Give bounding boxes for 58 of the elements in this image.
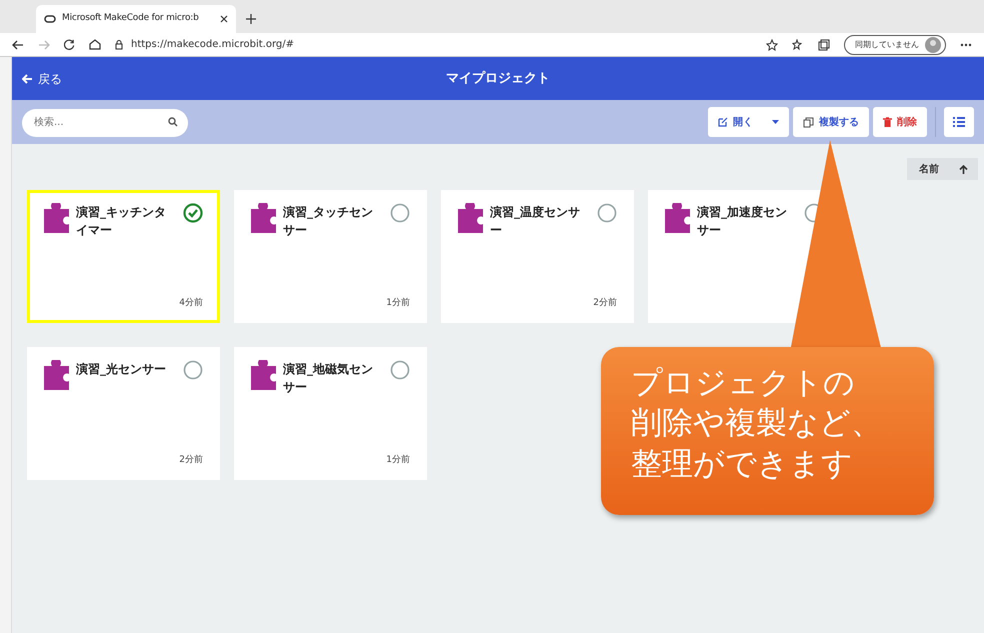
callout-text: プロジェクトの 削除や複製など、 整理ができます [601,347,934,515]
collections-icon[interactable] [818,38,830,50]
sync-button[interactable]: 同期していません [844,34,946,54]
back-arrow-icon [22,74,33,84]
selection-circle[interactable] [183,360,203,380]
favorite-star-icon[interactable] [766,38,778,50]
up-arrow-icon [959,164,968,174]
modified-time: 4分前 [178,296,203,310]
copy-icon [803,116,814,128]
search-field[interactable]: 検索... [22,108,188,136]
sort-button[interactable]: 名前 [907,158,978,180]
home-icon[interactable] [89,39,101,50]
list-icon [953,117,965,127]
modified-time: 1分前 [385,454,410,466]
favorites-icon[interactable] [792,38,804,50]
project-card[interactable]: 演習_地磁気センサー 1分前 [234,347,427,480]
back-arrow-icon[interactable] [12,40,24,50]
puzzle-icon [44,203,70,233]
more-icon[interactable] [960,42,972,46]
project-card[interactable]: 演習_キッチンタイマー 4分前 [27,190,220,323]
delete-button[interactable]: 削除 [873,107,927,137]
puzzle-icon [44,360,70,390]
puzzle-icon [251,203,277,233]
project-name: 演習_加速度センサー [696,204,788,239]
refresh-icon[interactable] [64,39,75,50]
back-button[interactable]: 戻る [12,68,68,88]
lock-icon [115,40,123,50]
project-name: 演習_タッチセンサー [282,204,374,239]
list-view-button[interactable] [944,107,974,137]
puzzle-icon [665,203,691,233]
modified-time: 1分前 [385,296,410,310]
project-card[interactable]: 演習_光センサー 2分前 [27,347,220,480]
search-icon [168,117,178,127]
duplicate-button[interactable]: 複製する [793,107,869,137]
avatar-icon [925,36,941,52]
caret-icon [772,120,779,124]
selection-circle[interactable] [390,360,410,380]
open-button[interactable]: 開く [708,107,789,137]
puzzle-icon [251,360,277,390]
selection-circle[interactable] [390,203,410,223]
modified-time: 2分前 [178,454,203,466]
new-tab-icon[interactable] [246,14,256,24]
project-name: 演習_温度センサー [489,204,581,239]
page-title: マイプロジェクト [446,70,550,88]
project-name: 演習_光センサー [75,361,167,378]
puzzle-icon [458,203,484,233]
edit-icon [718,117,728,127]
selection-circle[interactable] [597,203,617,223]
project-card[interactable]: 演習_温度センサー 2分前 [441,190,634,323]
close-icon[interactable] [220,15,228,23]
trash-icon [883,117,892,127]
check-icon[interactable] [183,203,203,223]
project-name: 演習_キッチンタイマー [75,204,167,239]
url-text[interactable]: https://makecode.microbit.org/# [131,37,294,52]
modified-time: 2分前 [592,296,617,310]
site-icon [44,15,56,23]
project-card[interactable]: 演習_タッチセンサー 1分前 [234,190,427,323]
project-name: 演習_地磁気センサー [282,361,374,396]
